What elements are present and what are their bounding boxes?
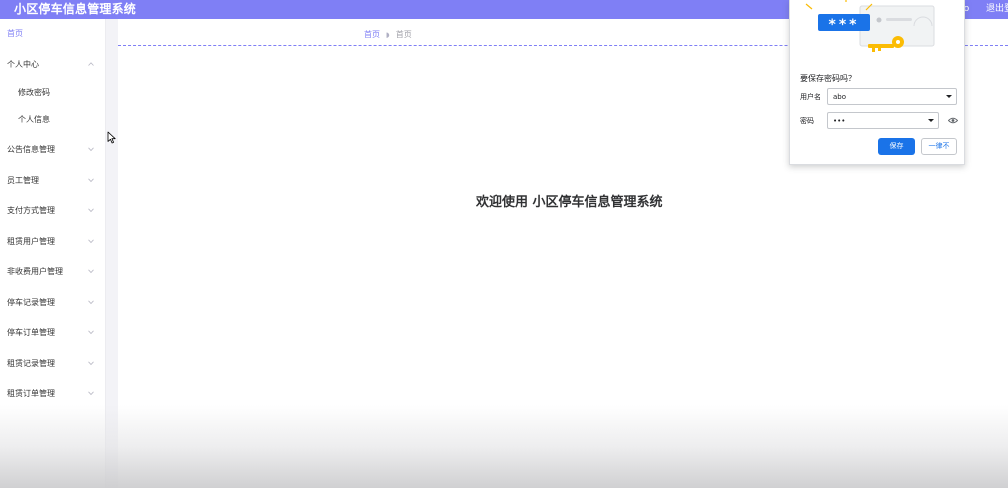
sidebar-item-label: 非收费用户管理 [7, 267, 63, 276]
username-label: 用户名 [800, 93, 821, 101]
sidebar-item-label: 个人信息 [18, 115, 50, 124]
eye-icon[interactable] [948, 117, 958, 124]
sidebar-item-notice-management[interactable]: 公告信息管理 [0, 138, 106, 162]
dropdown-arrow-icon [928, 119, 934, 122]
chevron-down-icon [88, 177, 94, 183]
save-password-popup: *** 要保存密码吗？ 用户名 abo 密码 ••• 保存 一律不 [789, 0, 965, 165]
dropdown-arrow-icon [946, 95, 952, 98]
username-select[interactable]: abo [827, 88, 957, 105]
never-button[interactable]: 一律不 [921, 138, 957, 155]
sidebar-item-label: 停车订单管理 [7, 328, 55, 337]
chevron-up-icon [88, 61, 94, 67]
chevron-down-icon [88, 390, 94, 396]
sidebar-item-rental-user-management[interactable]: 租赁用户管理 [0, 230, 106, 254]
sidebar-item-label: 个人中心 [7, 60, 39, 69]
breadcrumb-current: 首页 [395, 30, 412, 39]
sidebar-item-personal-center[interactable]: 个人中心 [0, 53, 106, 77]
sidebar-item-home[interactable]: 首页 [0, 22, 106, 46]
chevron-down-icon [88, 360, 94, 366]
password-label: 密码 [800, 117, 814, 125]
sidebar-item-parking-order-management[interactable]: 停车订单管理 [0, 321, 106, 345]
sidebar-item-non-paying-user-management[interactable]: 非收费用户管理 [0, 260, 106, 284]
sidebar-item-label: 租赁用户管理 [7, 237, 55, 246]
username-value: abo [833, 93, 847, 101]
chevron-down-icon [88, 238, 94, 244]
sidebar-item-label: 修改密码 [18, 88, 50, 97]
sidebar-item-label: 公告信息管理 [7, 145, 55, 154]
logout-link[interactable]: 退出登 [986, 3, 1008, 15]
sidebar-item-label: 首页 [7, 29, 23, 38]
sidebar-item-label: 员工管理 [7, 176, 39, 185]
sidebar-item-change-password[interactable]: 修改密码 [0, 81, 106, 105]
content-gutter [106, 19, 118, 488]
app-title: 小区停车信息管理系统 [14, 2, 137, 16]
save-password-illustration: *** [805, 0, 935, 52]
sidebar-item-payment-method-management[interactable]: 支付方式管理 [0, 199, 106, 223]
sidebar-item-parking-record-management[interactable]: 停车记录管理 [0, 291, 106, 315]
sidebar-item-label: 停车记录管理 [7, 298, 55, 307]
save-button[interactable]: 保存 [878, 138, 915, 155]
chevron-down-icon [88, 146, 94, 152]
password-select[interactable]: ••• [827, 112, 939, 129]
breadcrumb-home-link[interactable]: 首页 [364, 30, 380, 39]
sidebar-item-staff-management[interactable]: 员工管理 [0, 169, 106, 193]
breadcrumb-separator-icon: ◗ [386, 31, 390, 39]
sidebar-item-rental-record-management[interactable]: 租赁记录管理 [0, 352, 106, 376]
sidebar-item-label: 租赁记录管理 [7, 359, 55, 368]
chevron-down-icon [88, 207, 94, 213]
sidebar-item-personal-info[interactable]: 个人信息 [0, 108, 106, 132]
chevron-down-icon [88, 329, 94, 335]
chevron-down-icon [88, 299, 94, 305]
save-password-title: 要保存密码吗？ [800, 74, 856, 83]
welcome-message: 欢迎使用 小区停车信息管理系统 [476, 195, 663, 210]
sidebar-item-label: 租赁订单管理 [7, 389, 55, 398]
illustration-password-stars: *** [829, 17, 860, 33]
sidebar: 首页 个人中心 修改密码 个人信息 公告信息管理 员工管理 支付方式管理 租赁用… [0, 19, 106, 488]
chevron-down-icon [88, 268, 94, 274]
mouse-cursor-icon [107, 129, 117, 144]
sidebar-item-label: 支付方式管理 [7, 206, 55, 215]
password-value: ••• [833, 117, 846, 125]
sidebar-item-rental-order-management[interactable]: 租赁订单管理 [0, 382, 106, 406]
breadcrumb: 首页 ◗ 首页 [364, 29, 412, 41]
